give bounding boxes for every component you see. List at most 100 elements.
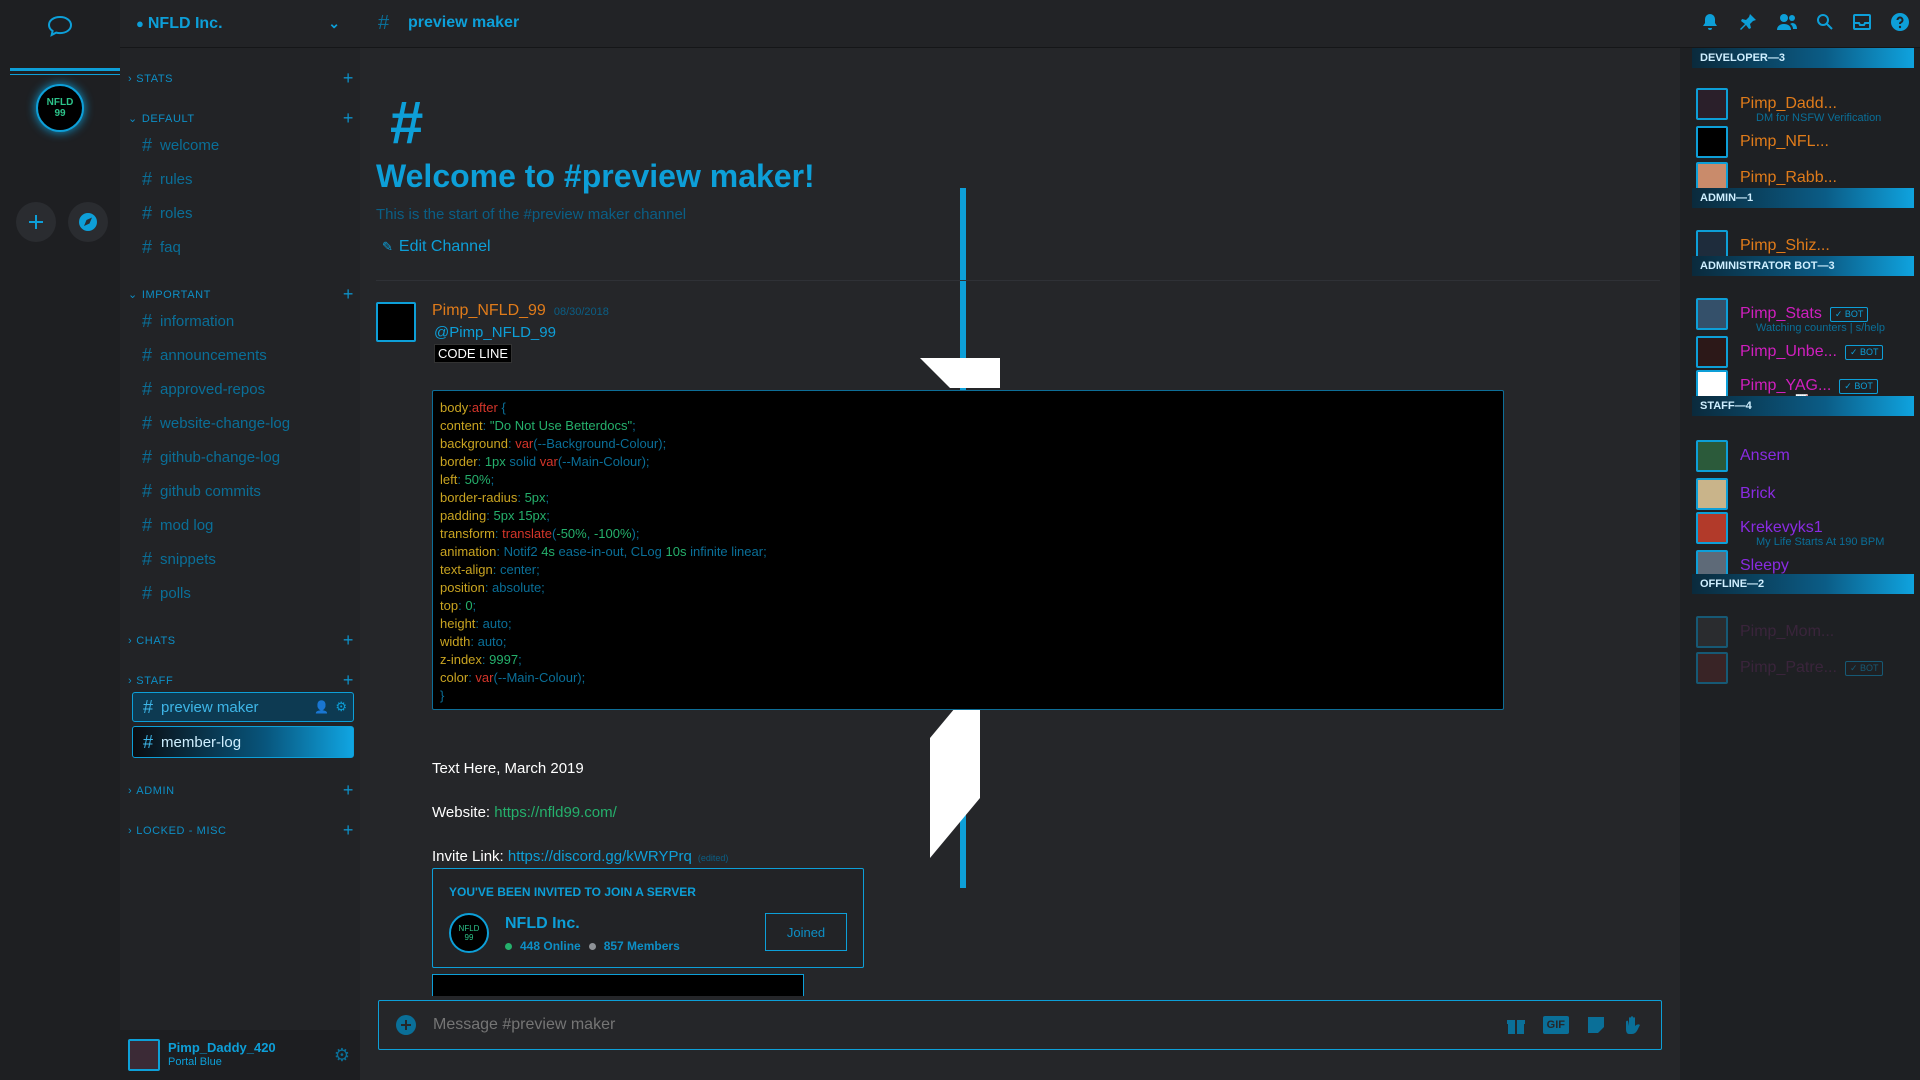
channel-faq[interactable]: # faq (132, 232, 354, 262)
member-item[interactable]: Pimp_Unbe... ✓ BOT (1696, 334, 1916, 370)
channel-rules[interactable]: # rules (132, 164, 354, 194)
hash-icon: # (142, 514, 153, 535)
category-chats[interactable]: › CHATS + (128, 630, 354, 651)
website-label: Website: (432, 804, 495, 821)
member-avatar (1696, 298, 1728, 330)
channel-roles[interactable]: # roles (132, 198, 354, 228)
user-status: Portal Blue (168, 1056, 222, 1068)
pin-icon[interactable] (1738, 12, 1758, 32)
sticker-icon[interactable] (1585, 1014, 1607, 1036)
channel-approved-repos[interactable]: # approved-repos (132, 374, 354, 404)
add-server-icon[interactable] (16, 202, 56, 242)
channel-announcements[interactable]: # announcements (132, 340, 354, 370)
server-icon-nfld[interactable]: NFLD 99 (36, 84, 84, 132)
member-item[interactable]: Krekevyks1 My Life Starts At 190 BPM (1696, 510, 1916, 548)
online-dot (505, 942, 512, 950)
add-channel-icon[interactable]: + (343, 284, 354, 305)
channel-member-log[interactable]: # member-log (132, 726, 354, 758)
message-mention[interactable]: @Pimp_NFLD_99 (434, 324, 556, 341)
member-name: Krekevyks1 (1740, 519, 1823, 536)
code-token: position (440, 580, 485, 595)
category-staff[interactable]: › STAFF + (128, 670, 354, 691)
member-item[interactable]: Ansem (1696, 438, 1916, 474)
member-item[interactable]: Pimp_Stats ✓ BOT Watching counters | s/hel… (1696, 296, 1916, 334)
category-admin[interactable]: › ADMIN + (128, 780, 354, 801)
gif-button[interactable]: GIF (1542, 1016, 1569, 1034)
member-item[interactable]: Pimp_Patre... ✓ BOT (1696, 650, 1916, 686)
member-item[interactable]: Pimp_Dadd... DM for NSFW Verification (1696, 86, 1916, 124)
code-line: } (440, 687, 1496, 705)
add-channel-icon[interactable]: + (343, 108, 354, 129)
message-input[interactable] (433, 1016, 1505, 1034)
channel-website-change-log[interactable]: # website-change-log (132, 408, 354, 438)
member-name: Pimp_YAG... (1740, 377, 1832, 394)
channel-github-change-log[interactable]: # github-change-log (132, 442, 354, 472)
code-token: content (440, 418, 483, 433)
channel-information[interactable]: # information (132, 306, 354, 336)
invite-link[interactable]: https://discord.gg/kWRYPrq (508, 848, 692, 865)
category-stats[interactable]: › STATS + (128, 68, 354, 89)
category-default[interactable]: ⌄ DEFAULT + (128, 108, 354, 129)
user-avatar[interactable] (128, 1039, 160, 1071)
hash-icon: # (142, 480, 153, 501)
channel-mod-log[interactable]: # mod log (132, 510, 354, 540)
website-link[interactable]: https://nfld99.com/ (494, 804, 617, 821)
hash-icon: # (142, 344, 153, 365)
member-avatar (1696, 88, 1728, 120)
edit-channel-link[interactable]: ✎ Edit Channel (382, 238, 491, 256)
server-header[interactable]: ● NFLD Inc. ⌄ (120, 0, 360, 48)
joined-button[interactable]: Joined (765, 913, 847, 951)
code-token: Notif2 (503, 544, 542, 559)
member-name: Pimp_NFL... (1740, 133, 1829, 150)
explore-icon[interactable] (68, 202, 108, 242)
category-important[interactable]: ⌄ IMPORTANT + (128, 284, 354, 305)
add-channel-icon[interactable]: + (343, 820, 354, 841)
code-token: : (457, 472, 465, 487)
add-channel-icon[interactable]: + (343, 68, 354, 89)
channel-topbar: # preview maker (360, 0, 1920, 48)
message-author[interactable]: Pimp_NFLD_99 (432, 302, 546, 320)
code-token: 4s (541, 544, 555, 559)
welcome-subtitle: This is the start of the #preview maker … (376, 206, 687, 223)
channel-polls[interactable]: # polls (132, 578, 354, 608)
emoji-icon[interactable] (1623, 1014, 1645, 1036)
gear-icon[interactable]: ⚙ (334, 1045, 350, 1066)
bell-icon[interactable] (1700, 12, 1720, 32)
channel-preview-maker[interactable]: # preview maker 👤 ⚙ (132, 692, 354, 722)
add-channel-icon[interactable]: + (343, 780, 354, 801)
code-token: animation (440, 544, 497, 559)
code-token: background (440, 436, 508, 451)
message-avatar[interactable] (376, 302, 416, 342)
category-locked-misc[interactable]: › LOCKED - MISC + (128, 820, 354, 841)
invite-card: YOU'VE BEEN INVITED TO JOIN A SERVER NFL… (432, 868, 864, 968)
add-channel-icon[interactable]: + (343, 670, 354, 691)
add-attachment-icon[interactable] (395, 1014, 417, 1036)
direct-messages-icon[interactable] (44, 12, 76, 40)
code-token: 5px (524, 490, 546, 505)
gift-icon[interactable] (1505, 1014, 1527, 1036)
help-icon[interactable] (1890, 12, 1910, 32)
globe-icon: ● (136, 16, 144, 31)
code-token: } (440, 688, 445, 703)
members-icon[interactable] (1776, 12, 1798, 32)
code-line: height: auto; (440, 615, 1496, 633)
channel-github-commits[interactable]: # github commits (132, 476, 354, 506)
channel-label: roles (160, 204, 193, 222)
code-line: body:after { (440, 399, 1496, 417)
member-item[interactable]: Pimp_Mom... (1696, 614, 1916, 650)
hash-icon: # (142, 548, 153, 569)
member-item[interactable]: Brick (1696, 476, 1916, 512)
inbox-icon[interactable] (1852, 12, 1872, 32)
channel-label: welcome (160, 136, 220, 154)
gear-icon[interactable]: ⚙ (335, 699, 347, 715)
channel-snippets[interactable]: # snippets (132, 544, 354, 574)
invite-icon[interactable]: 👤 (314, 700, 329, 714)
member-item[interactable]: Pimp_NFL... (1696, 124, 1916, 160)
member-avatar (1696, 126, 1728, 158)
code-token: 5px 15px (493, 508, 547, 523)
channel-welcome[interactable]: # welcome (132, 130, 354, 160)
channel-label: approved-repos (160, 380, 266, 398)
search-icon[interactable] (1816, 13, 1834, 31)
chevron-down-icon[interactable]: ⌄ (328, 15, 340, 32)
add-channel-icon[interactable]: + (343, 630, 354, 651)
